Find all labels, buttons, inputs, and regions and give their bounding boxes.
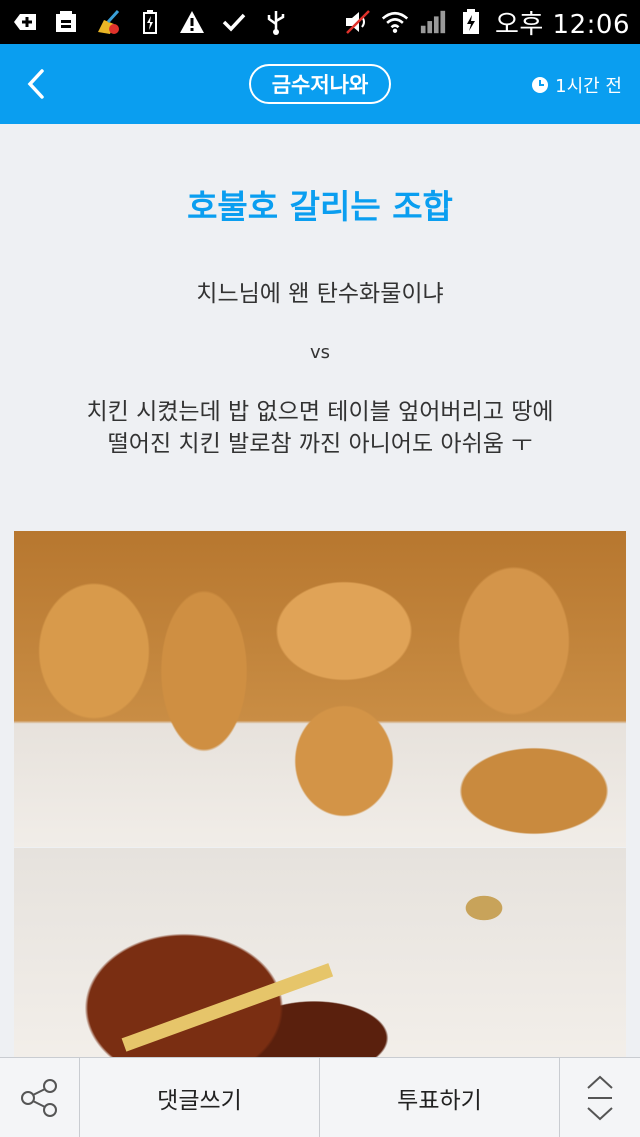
clock-icon <box>532 77 549 93</box>
cleaner-icon <box>94 8 122 36</box>
scroll-updown-icon <box>587 1075 613 1121</box>
post-content: 호불호 갈리는 조합 치느님에 왠 탄수화물이냐 vs 치킨 시켰는데 밥 없으… <box>0 124 640 1057</box>
post-vs: vs <box>309 342 331 363</box>
vote-button[interactable]: 투표하기 <box>320 1058 560 1137</box>
post-line-1: 치느님에 왠 탄수화물이냐 <box>196 281 444 307</box>
post-paragraph-line-2: 떨어진 치킨 발로참 까진 아니어도 아쉬움 ㅜ <box>107 431 533 457</box>
post-paragraph: 치킨 시켰는데 밥 없으면 테이블 엎어버리고 땅에 떨어진 치킨 발로참 까진… <box>0 396 640 460</box>
signal-icon <box>419 8 447 36</box>
add-icon <box>10 8 38 36</box>
check-icon <box>220 8 248 36</box>
status-bar-right: 오후 12:06 <box>343 4 630 41</box>
glazed-chicken-photo[interactable] <box>14 848 626 1057</box>
mute-icon <box>343 8 371 36</box>
post-paragraph-line-1: 치킨 시켰는데 밥 없으면 테이블 엎어버리고 땅에 <box>86 399 554 425</box>
chevron-left-icon <box>27 69 44 99</box>
battery-icon <box>136 8 164 36</box>
post-headline: 호불호 갈리는 조합 <box>187 187 453 226</box>
scroll-updown-button[interactable] <box>560 1058 640 1137</box>
write-comment-button[interactable]: 댓글쓰기 <box>80 1058 320 1137</box>
bottom-action-bar: 댓글쓰기 투표하기 <box>0 1057 640 1137</box>
back-button[interactable] <box>20 66 56 102</box>
share-icon <box>20 1079 57 1117</box>
warning-icon <box>178 8 206 36</box>
app-bar: 금수저나와 1시간 전 <box>0 44 640 124</box>
fried-chicken-photo[interactable] <box>14 531 626 847</box>
wifi-icon <box>381 8 409 36</box>
share-button[interactable] <box>0 1058 80 1137</box>
post-time: 1시간 전 <box>531 72 622 98</box>
category-chip[interactable]: 금수저나와 <box>249 64 391 104</box>
storage-icon <box>52 8 80 36</box>
status-bar-left <box>10 8 290 36</box>
status-bar: 오후 12:06 <box>0 0 640 44</box>
chopstick-shape <box>121 963 334 1052</box>
time-ago-label: 1시간 전 <box>555 76 622 97</box>
battery-charging-icon <box>457 8 485 36</box>
status-time: 오후 12:06 <box>494 9 630 40</box>
usb-icon <box>262 8 290 36</box>
